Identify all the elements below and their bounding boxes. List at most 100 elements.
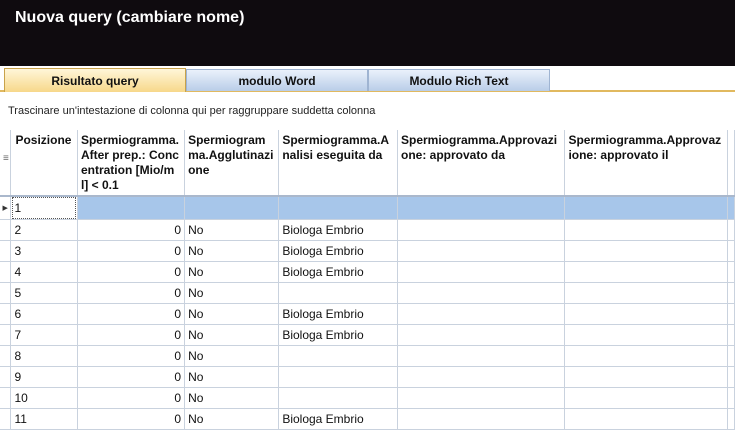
cell-posizione[interactable]: 6 [10,303,78,325]
cell-agglutinazione[interactable]: No [184,345,280,367]
cell-approvato-il[interactable] [564,282,728,304]
cell-posizione[interactable]: 3 [10,240,78,262]
cell-posizione[interactable]: 9 [10,366,78,388]
cell-concentration[interactable]: 0 [77,408,186,430]
table-row[interactable]: 10 0 No [0,387,735,409]
cell-analisi-eseguita-da[interactable]: Biologa Embrio [278,408,398,430]
cell-approvato-da[interactable] [397,408,566,430]
cell-posizione[interactable]: 7 [10,324,78,346]
cell-agglutinazione[interactable]: No [184,261,280,283]
cell-approvato-il[interactable] [564,324,728,346]
table-row[interactable]: 2 0 No Biologa Embrio [0,219,735,241]
cell-agglutinazione[interactable]: No [184,282,280,304]
row-selector[interactable] [0,303,12,325]
row-selector[interactable]: ▶ [0,196,12,220]
column-header-approvato-il[interactable]: Spermiogramma.Approvazione: approvato il [564,130,728,197]
column-header-posizione[interactable]: Posizione [10,130,78,197]
tab-risultato-query[interactable]: Risultato query [4,68,186,92]
cell-agglutinazione[interactable]: No [184,408,280,430]
row-selector[interactable] [0,387,12,409]
cell-analisi-eseguita-da[interactable]: Biologa Embrio [278,219,398,241]
cell-agglutinazione[interactable]: No [184,303,280,325]
cell-approvato-il[interactable] [564,303,728,325]
cell-analisi-eseguita-da[interactable] [278,366,398,388]
column-header-analisi-eseguita-da[interactable]: Spermiogramma.Analisi eseguita da [278,130,398,197]
cell-posizione[interactable]: 2 [10,219,78,241]
cell-posizione[interactable]: 4 [10,261,78,283]
cell-analisi-eseguita-da[interactable] [278,196,398,220]
column-header-agglutinazione[interactable]: Spermiogramma.Agglutinazione [184,130,280,197]
cell-approvato-il[interactable] [564,387,728,409]
cell-approvato-il[interactable] [564,345,728,367]
table-row[interactable]: 6 0 No Biologa Embrio [0,303,735,325]
table-row[interactable]: 5 0 No [0,282,735,304]
cell-concentration[interactable]: 0 [77,219,186,241]
cell-posizione[interactable]: 5 [10,282,78,304]
cell-approvato-da[interactable] [397,219,566,241]
cell-approvato-il[interactable] [564,196,728,220]
cell-concentration[interactable]: 0 [77,282,186,304]
cell-approvato-il[interactable] [564,408,728,430]
cell-approvato-da[interactable] [397,282,566,304]
cell-concentration[interactable]: 0 [77,261,186,283]
cell-agglutinazione[interactable]: No [184,219,280,241]
column-header-concentration[interactable]: Spermiogramma. After prep.: Concentratio… [77,130,186,197]
row-selector[interactable] [0,324,12,346]
cell-posizione[interactable]: 8 [10,345,78,367]
row-selector[interactable] [0,282,12,304]
row-selector[interactable] [0,345,12,367]
cell-concentration[interactable]: 0 [77,324,186,346]
cell-agglutinazione[interactable]: No [184,387,280,409]
table-row[interactable]: ▶ 1 [0,196,735,220]
cell-approvato-da[interactable] [397,196,566,220]
cell-agglutinazione[interactable] [184,196,280,220]
cell-analisi-eseguita-da[interactable]: Biologa Embrio [278,324,398,346]
cell-approvato-da[interactable] [397,324,566,346]
row-selector[interactable] [0,366,12,388]
cell-analisi-eseguita-da[interactable] [278,387,398,409]
cell-posizione[interactable]: 1 [10,196,78,220]
cell-approvato-il[interactable] [564,219,728,241]
row-selector[interactable] [0,408,12,430]
table-row[interactable]: 9 0 No [0,366,735,388]
cell-analisi-eseguita-da[interactable]: Biologa Embrio [278,261,398,283]
cell-concentration[interactable]: 0 [77,345,186,367]
cell-approvato-il[interactable] [564,366,728,388]
cell-concentration[interactable]: 0 [77,303,186,325]
row-selector[interactable] [0,240,12,262]
cell-concentration[interactable]: 0 [77,366,186,388]
cell-approvato-da[interactable] [397,387,566,409]
row-selector[interactable] [0,219,12,241]
row-selector[interactable] [0,261,12,283]
cell-analisi-eseguita-da[interactable] [278,282,398,304]
cell-approvato-da[interactable] [397,240,566,262]
column-chooser[interactable]: ≡ [0,130,12,197]
cell-approvato-il[interactable] [564,240,728,262]
column-header-approvato-da[interactable]: Spermiogramma.Approvazione: approvato da [397,130,566,197]
cell-approvato-da[interactable] [397,366,566,388]
cell-analisi-eseguita-da[interactable]: Biologa Embrio [278,240,398,262]
cell-posizione[interactable]: 10 [10,387,78,409]
cell-approvato-il[interactable] [564,261,728,283]
table-row[interactable]: 7 0 No Biologa Embrio [0,324,735,346]
cell-analisi-eseguita-da[interactable]: Biologa Embrio [278,303,398,325]
group-by-panel[interactable]: Trascinare un'intestazione di colonna qu… [0,92,735,130]
table-row[interactable]: 3 0 No Biologa Embrio [0,240,735,262]
cell-analisi-eseguita-da[interactable] [278,345,398,367]
cell-concentration[interactable]: 0 [77,240,186,262]
cell-approvato-da[interactable] [397,303,566,325]
table-row[interactable]: 11 0 No Biologa Embrio [0,408,735,430]
cell-agglutinazione[interactable]: No [184,366,280,388]
cell-approvato-da[interactable] [397,261,566,283]
cell-concentration[interactable]: 0 [77,387,186,409]
cell-concentration[interactable] [77,196,186,220]
tab-modulo-word[interactable]: modulo Word [186,69,368,91]
column-chooser-icon[interactable]: ≡ [3,153,9,164]
table-row[interactable]: 4 0 No Biologa Embrio [0,261,735,283]
cell-approvato-da[interactable] [397,345,566,367]
tab-modulo-rich-text[interactable]: Modulo Rich Text [368,69,550,91]
table-row[interactable]: 8 0 No [0,345,735,367]
cell-posizione[interactable]: 11 [10,408,78,430]
cell-agglutinazione[interactable]: No [184,240,280,262]
cell-agglutinazione[interactable]: No [184,324,280,346]
